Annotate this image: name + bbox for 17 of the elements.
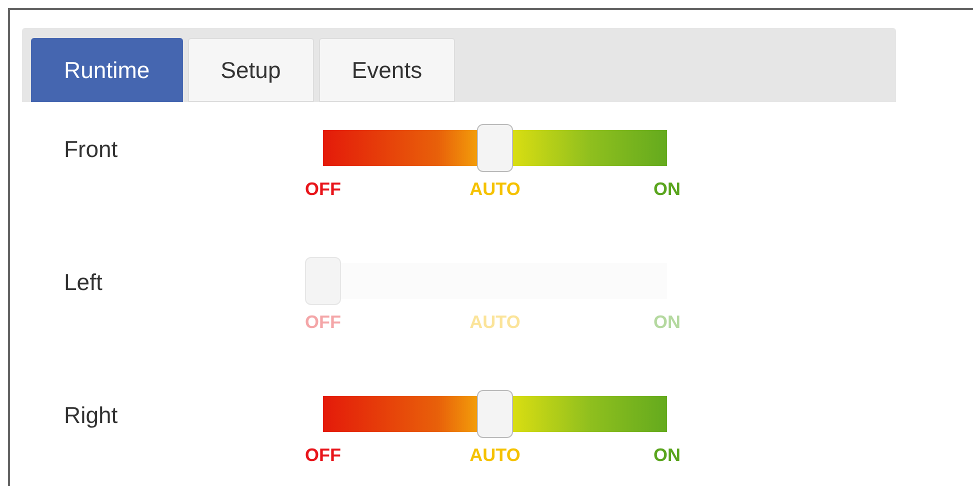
tab[interactable]: Setup <box>188 38 314 102</box>
scale-label: AUTO <box>470 444 520 467</box>
scale-label: OFF <box>305 178 341 201</box>
tab[interactable]: Runtime <box>31 38 183 102</box>
slider-label: Left <box>63 268 104 297</box>
slider-thumb[interactable] <box>477 124 513 172</box>
scale-label: ON <box>654 444 680 467</box>
scale-label: ON <box>654 178 680 201</box>
scale-label: AUTO <box>470 311 520 334</box>
scale-label: ON <box>654 311 680 334</box>
tab[interactable]: Events <box>318 38 456 102</box>
scale-label: OFF <box>305 311 341 334</box>
slider-label: Front <box>63 135 119 164</box>
slider-label: Right <box>63 401 119 430</box>
slider-thumb[interactable] <box>477 390 513 438</box>
scale-label: AUTO <box>470 178 520 201</box>
scale-label: OFF <box>305 444 341 467</box>
